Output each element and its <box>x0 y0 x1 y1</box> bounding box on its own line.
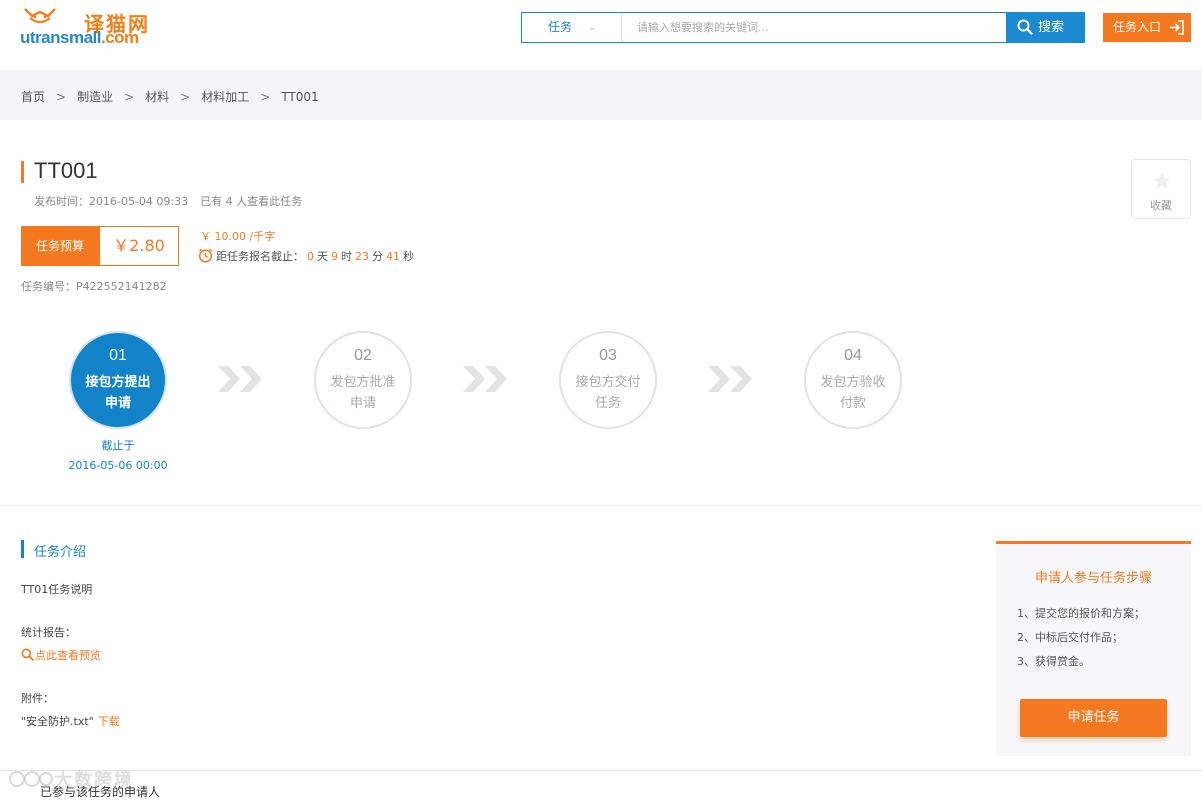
step-label: 发包方批准申请 <box>330 375 396 411</box>
preview-link-label: 点此查看预览 <box>35 649 101 662</box>
search-icon <box>21 648 34 661</box>
breadcrumb-bar: 首页 > 制造业 > 材料 > 材料加工 > TT001 <box>0 70 1202 120</box>
task-description: TT01任务说明 <box>21 583 93 596</box>
search-input[interactable] <box>623 13 1005 42</box>
search-icon <box>1017 19 1033 35</box>
signup-deadline: 距任务报名截止： 0 天 9 时 23 分 41 秒 <box>198 248 414 264</box>
task-entry-button[interactable]: 任务入口 <box>1103 13 1191 42</box>
step-label: 发包方验收付款 <box>820 375 886 411</box>
countdown-seconds: 41 <box>386 250 400 263</box>
site-logo[interactable]: 译猫网 utransmall.com <box>20 6 160 50</box>
countdown-days-unit: 天 <box>317 250 328 263</box>
countdown-minutes-unit: 分 <box>372 250 383 263</box>
countdown-hours-unit: 时 <box>341 250 352 263</box>
logo-english-text: utransmall.com <box>20 28 139 48</box>
task-entry-label: 任务入口 <box>1113 20 1162 34</box>
star-icon <box>1153 172 1171 189</box>
login-arrow-icon <box>1170 20 1184 35</box>
alarm-clock-icon <box>198 248 213 263</box>
cat-logo-icon <box>24 8 56 24</box>
title-accent-bar <box>21 161 24 183</box>
breadcrumb-separator: > <box>180 90 191 104</box>
page-title: TT001 <box>34 158 98 183</box>
breadcrumb-separator: > <box>56 90 67 104</box>
chevrons-right-icon <box>463 366 507 392</box>
budget-value: ￥2.80 <box>99 226 179 266</box>
logo-english-main: utransmall <box>20 28 101 47</box>
stat-report-label: 统计报告： <box>21 626 76 639</box>
unit-price: ￥ 10.00 /千字 <box>200 230 276 243</box>
step-label: 接包方交付任务 <box>575 375 641 411</box>
task-number: 任务编号：P422552141282 <box>21 280 167 293</box>
deadline-label: 距任务报名截止： <box>216 250 304 263</box>
favorite-button[interactable]: 收藏 <box>1131 159 1191 219</box>
chevrons-right-icon <box>218 366 262 392</box>
logo-english-suffix: .com <box>100 28 139 47</box>
step-label: 接包方提出申请 <box>85 375 151 411</box>
breadcrumb-current: TT001 <box>281 90 319 104</box>
breadcrumb-separator: > <box>260 90 271 104</box>
apply-steps-panel: 申请人参与任务步骤 1、提交您的报价和方案； 2、中标后交付作品； 3、获得赏金… <box>996 541 1191 756</box>
panel-title: 申请人参与任务步骤 <box>1034 571 1152 586</box>
step-number: 04 <box>844 347 862 364</box>
intro-title: 任务介绍 <box>34 545 87 560</box>
breadcrumb-material-processing[interactable]: 材料加工 <box>201 90 249 104</box>
countdown-seconds-unit: 秒 <box>403 250 414 263</box>
step-3: 03 接包方交付任务 <box>559 331 657 429</box>
step-number: 02 <box>354 347 372 364</box>
search-type-select[interactable]: 任务 ⌄ <box>522 13 622 42</box>
step-number: 03 <box>599 347 617 364</box>
attachment-filename: "安全防护.txt" <box>21 715 94 728</box>
header: 译猫网 utransmall.com 任务 ⌄ 搜索 任务入口 <box>0 0 1202 70</box>
favorite-label: 收藏 <box>1150 199 1172 212</box>
panel-steps-list: 1、提交您的报价和方案； 2、中标后交付作品； 3、获得赏金。 <box>1017 602 1145 674</box>
step-deadline-date: 2016-05-06 00:00 <box>68 459 168 472</box>
step-deadline-label: 截止于 <box>101 439 135 452</box>
budget-label: 任务预算 <box>21 226 99 266</box>
section-divider <box>0 505 1202 506</box>
view-count: 已有 4 人查看此任务 <box>200 195 303 208</box>
step-4: 04 发包方验收付款 <box>804 331 902 429</box>
download-link[interactable]: 下载 <box>98 715 120 728</box>
chevron-down-icon: ⌄ <box>588 22 597 33</box>
step-2: 02 发包方批准申请 <box>314 331 412 429</box>
search-button-label: 搜索 <box>1038 20 1065 35</box>
list-item: 2、中标后交付作品； <box>1017 631 1123 644</box>
task-meta: 发布时间：2016-05-04 09:33 已有 4 人查看此任务 <box>34 193 302 209</box>
attachment: "安全防护.txt" 下载 <box>21 713 120 729</box>
step-number: 01 <box>109 347 127 364</box>
countdown-minutes: 23 <box>355 250 369 263</box>
breadcrumb-separator: > <box>124 90 135 104</box>
section-accent-bar <box>21 540 24 558</box>
publish-time: 发布时间：2016-05-04 09:33 <box>34 195 189 208</box>
search-bar: 任务 ⌄ 搜索 <box>521 12 1085 43</box>
attachment-label: 附件： <box>21 692 54 705</box>
breadcrumb-manufacturing[interactable]: 制造业 <box>77 90 113 104</box>
breadcrumb-home[interactable]: 首页 <box>21 90 45 104</box>
countdown-days: 0 <box>307 250 314 263</box>
preview-link[interactable]: 点此查看预览 <box>21 647 101 663</box>
chevrons-right-icon <box>708 366 752 392</box>
breadcrumb: 首页 > 制造业 > 材料 > 材料加工 > TT001 <box>21 88 319 105</box>
breadcrumb-materials[interactable]: 材料 <box>145 90 169 104</box>
countdown-hours: 9 <box>331 250 338 263</box>
step-deadline: 截止于 2016-05-06 00:00 <box>58 436 178 476</box>
list-item: 3、获得赏金。 <box>1017 655 1090 668</box>
search-button[interactable]: 搜索 <box>1006 12 1085 43</box>
bottom-divider <box>0 770 1202 771</box>
search-type-label: 任务 <box>548 20 573 34</box>
applicants-heading: 已参与该任务的申请人 <box>40 785 161 799</box>
list-item: 1、提交您的报价和方案； <box>1017 607 1145 620</box>
apply-task-button[interactable]: 申请任务 <box>1020 699 1167 737</box>
step-1: 01 接包方提出申请 <box>69 331 167 429</box>
